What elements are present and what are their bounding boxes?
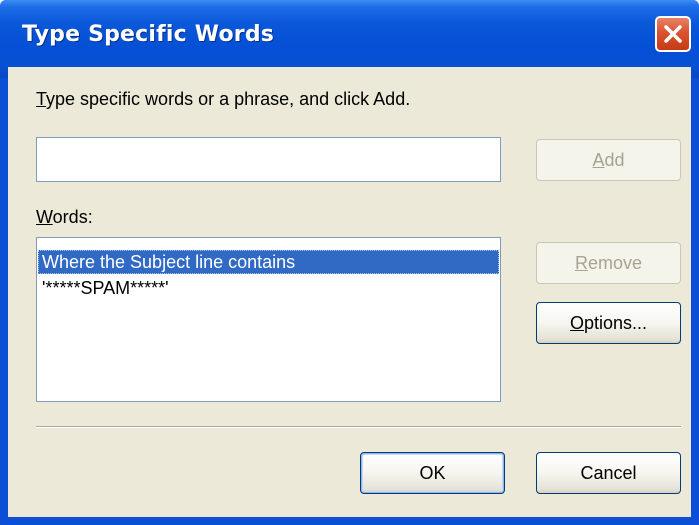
close-button[interactable] bbox=[655, 16, 691, 52]
dialog-window: Type Specific Words Type specific words … bbox=[0, 0, 699, 525]
options-button[interactable]: Options... bbox=[536, 302, 681, 344]
add-button[interactable]: Add bbox=[536, 139, 681, 181]
window-title: Type Specific Words bbox=[22, 22, 275, 47]
list-item[interactable]: '*****SPAM*****' bbox=[38, 276, 169, 300]
remove-button[interactable]: Remove bbox=[536, 242, 681, 284]
ok-button[interactable]: OK bbox=[360, 452, 505, 494]
words-label-text: ords: bbox=[52, 207, 93, 227]
add-mnemonic: A bbox=[592, 150, 605, 170]
instruction-label: Type specific words or a phrase, and cli… bbox=[36, 89, 410, 110]
separator bbox=[36, 426, 681, 428]
word-input[interactable] bbox=[36, 137, 501, 182]
dialog-body: Type specific words or a phrase, and cli… bbox=[8, 67, 691, 517]
remove-label: emove bbox=[587, 253, 643, 273]
close-x-icon bbox=[664, 25, 682, 43]
instruction-text: ype specific words or a phrase, and clic… bbox=[46, 89, 411, 109]
cancel-button[interactable]: Cancel bbox=[536, 452, 681, 494]
remove-mnemonic: R bbox=[574, 253, 588, 273]
list-item[interactable]: Where the Subject line contains bbox=[38, 250, 499, 274]
instruction-mnemonic: T bbox=[36, 89, 47, 109]
options-mnemonic: O bbox=[569, 313, 584, 333]
options-label: ptions... bbox=[583, 313, 648, 333]
add-label: dd bbox=[604, 150, 625, 170]
words-label: Words: bbox=[36, 207, 93, 228]
words-mnemonic: W bbox=[36, 207, 53, 227]
words-listbox[interactable]: Where the Subject line contains '*****SP… bbox=[36, 237, 501, 402]
